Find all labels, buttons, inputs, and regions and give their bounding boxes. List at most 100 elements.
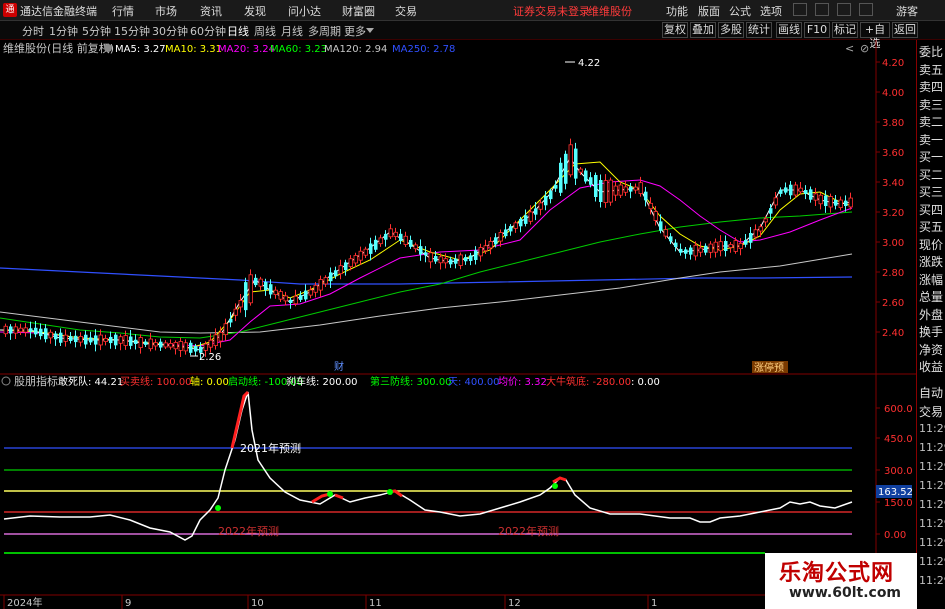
quote-item-label[interactable]: 涨幅 bbox=[919, 272, 943, 288]
ma60-line bbox=[0, 211, 853, 339]
period-monthly[interactable]: 月线 bbox=[281, 23, 303, 39]
period-more[interactable]: 更多 bbox=[344, 23, 366, 39]
quote-item-label[interactable]: 买二 bbox=[919, 167, 943, 183]
ma20-line bbox=[0, 179, 853, 347]
menu-options[interactable]: 选项 bbox=[760, 3, 782, 19]
trade-time-item[interactable]: 11:29 bbox=[919, 574, 945, 587]
trade-time-item[interactable]: 11:29 bbox=[919, 422, 945, 435]
back-button[interactable]: 返回 bbox=[892, 22, 918, 38]
period-15min[interactable]: 15分钟 bbox=[114, 23, 150, 39]
x-axis-label: 9 bbox=[125, 598, 131, 609]
quote-item-label[interactable]: 卖五 bbox=[919, 62, 943, 78]
menu-discover[interactable]: 发现 bbox=[244, 3, 266, 19]
quote-item-label[interactable]: 卖二 bbox=[919, 114, 943, 130]
trade-time-item[interactable]: 11:29 bbox=[919, 517, 945, 530]
quote-item-label[interactable]: 卖一 bbox=[919, 132, 943, 148]
draw-line-button[interactable]: 画线 bbox=[776, 22, 802, 38]
login-status[interactable]: 证券交易未登录 bbox=[513, 3, 590, 19]
period-daily[interactable]: 日线 bbox=[227, 23, 249, 39]
overlay-button[interactable]: 叠加 bbox=[690, 22, 716, 38]
quote-panel: 委比卖五 卖四卖三 卖二卖一 买一买二 买三买四 买五现价 涨跌涨幅 总量外盘 换手净资 收益自动… bbox=[916, 40, 945, 609]
quote-item-label[interactable]: 换手 bbox=[919, 324, 943, 340]
main-chart-title: 维维股份(日线 前复权) bbox=[3, 41, 114, 55]
menu-news[interactable]: 资讯 bbox=[200, 3, 222, 19]
indicator-y-tick: 300.0 bbox=[884, 466, 913, 477]
chevron-down-icon[interactable] bbox=[366, 28, 374, 33]
trade-time-item[interactable]: 11:29 bbox=[919, 479, 945, 492]
trade-time-item[interactable]: 交易 bbox=[919, 403, 943, 420]
indicator-legend-item: 第三防线: 300.00 bbox=[370, 375, 452, 388]
quote-item-label[interactable]: 收益 bbox=[919, 359, 943, 375]
window-icon-2[interactable] bbox=[815, 3, 829, 16]
add-watchlist-button[interactable]: +自选 bbox=[860, 22, 890, 50]
indicator-legend-item: 大牛筑底: -280.00 bbox=[546, 375, 631, 388]
period-5min[interactable]: 5分钟 bbox=[82, 23, 111, 39]
quote-item-label[interactable]: 外盘 bbox=[919, 307, 943, 323]
trade-time-item[interactable]: 11:29 bbox=[919, 555, 945, 568]
menu-wealth[interactable]: 财富圈 bbox=[342, 3, 375, 19]
menu-ask[interactable]: 问小达 bbox=[288, 3, 321, 19]
indicator-name[interactable]: 股朋指标 bbox=[14, 374, 58, 388]
chart-area[interactable]: 维维股份(日线 前复权) MA5: 3.27 MA10: 3.31MA20: 3.… bbox=[0, 40, 916, 609]
trade-time-item[interactable]: 自动 bbox=[919, 384, 943, 401]
main-y-axis: 4.20 4.00 3.80 3.60 3.40 3.20 3.00 2.80 2.60 2.40 bbox=[876, 58, 904, 339]
fuquan-button[interactable]: 复权 bbox=[662, 22, 688, 38]
multi-stock-button[interactable]: 多股 bbox=[718, 22, 744, 38]
period-weekly[interactable]: 周线 bbox=[254, 23, 276, 39]
quote-item-label[interactable]: 委比 bbox=[919, 44, 943, 60]
watermark-url: www.60lt.com bbox=[789, 585, 902, 601]
menu-function[interactable]: 功能 bbox=[666, 3, 688, 19]
limit-up-tag[interactable]: 涨停预 bbox=[754, 361, 784, 374]
trade-time-item[interactable]: 11:29 bbox=[919, 498, 945, 511]
quote-item-label[interactable]: 总量 bbox=[919, 289, 943, 305]
menu-market[interactable]: 市场 bbox=[155, 3, 177, 19]
period-multi[interactable]: 多周期 bbox=[308, 23, 341, 39]
indicator-y-tick: 150.0 bbox=[884, 498, 913, 509]
quote-item-label[interactable]: 现价 bbox=[919, 237, 943, 253]
menu-quotes[interactable]: 行情 bbox=[112, 3, 134, 19]
main-y-tick: 3.40 bbox=[882, 178, 904, 189]
window-icon-3[interactable] bbox=[837, 3, 851, 16]
window-icon-1[interactable] bbox=[793, 3, 807, 16]
trade-time-item[interactable]: 11:29 bbox=[919, 460, 945, 473]
finance-tag[interactable]: 财 bbox=[334, 360, 344, 373]
quote-item-label[interactable]: 买四 bbox=[919, 202, 943, 218]
period-60min[interactable]: 60分钟 bbox=[190, 23, 226, 39]
window-icon-4[interactable] bbox=[859, 3, 873, 16]
f10-button[interactable]: F10 bbox=[804, 22, 830, 38]
quote-item-label[interactable]: 卖四 bbox=[919, 79, 943, 95]
menu-layout[interactable]: 版面 bbox=[698, 3, 720, 19]
indicator-legend-item: 轴: 0.00 bbox=[190, 375, 229, 388]
app-logo-icon: 通 bbox=[3, 3, 17, 17]
period-fenshi[interactable]: 分时 bbox=[22, 23, 44, 39]
x-axis-label: 11 bbox=[369, 598, 382, 609]
user-label[interactable]: 游客 bbox=[896, 3, 918, 19]
high-label: 4.22 bbox=[578, 58, 600, 69]
settings-icon[interactable] bbox=[104, 44, 112, 52]
mark-button[interactable]: 标记 bbox=[832, 22, 858, 38]
quote-item-label[interactable]: 净资 bbox=[919, 342, 943, 358]
quote-item-label[interactable]: 买五 bbox=[919, 219, 943, 235]
trade-time-item[interactable]: 11:29 bbox=[919, 536, 945, 549]
trade-time-item[interactable]: 11:29 bbox=[919, 441, 945, 454]
period-1min[interactable]: 1分钟 bbox=[49, 23, 78, 39]
annotation-2021: 2021年预测 bbox=[240, 441, 301, 455]
menu-trade[interactable]: 交易 bbox=[395, 3, 417, 19]
expand-icon[interactable]: ⊘ bbox=[860, 42, 869, 55]
quote-item-label[interactable]: 卖三 bbox=[919, 97, 943, 113]
ma-legend-item: MA5: 3.27 bbox=[115, 44, 166, 55]
period-30min[interactable]: 30分钟 bbox=[152, 23, 188, 39]
stats-button[interactable]: 统计 bbox=[746, 22, 772, 38]
quote-item-label[interactable]: 买一 bbox=[919, 149, 943, 165]
gansidui-line bbox=[3, 391, 853, 541]
collapse-icon[interactable]: < bbox=[845, 42, 854, 55]
quote-item-label[interactable]: 买三 bbox=[919, 184, 943, 200]
indicator-y-axis: 600.0 450.0 300.0 150.0 0.00 bbox=[876, 404, 913, 541]
x-axis-label: 1 bbox=[651, 598, 657, 609]
low-label: 2.26 bbox=[199, 352, 221, 363]
main-y-tick: 3.60 bbox=[882, 148, 904, 159]
indicator-legend-item: 刹车线: 200.00 bbox=[286, 375, 358, 388]
menu-formula[interactable]: 公式 bbox=[729, 3, 751, 19]
indicator-legend-item: 敢死队: 44.21 bbox=[58, 375, 123, 388]
quote-item-label[interactable]: 涨跌 bbox=[919, 254, 943, 270]
